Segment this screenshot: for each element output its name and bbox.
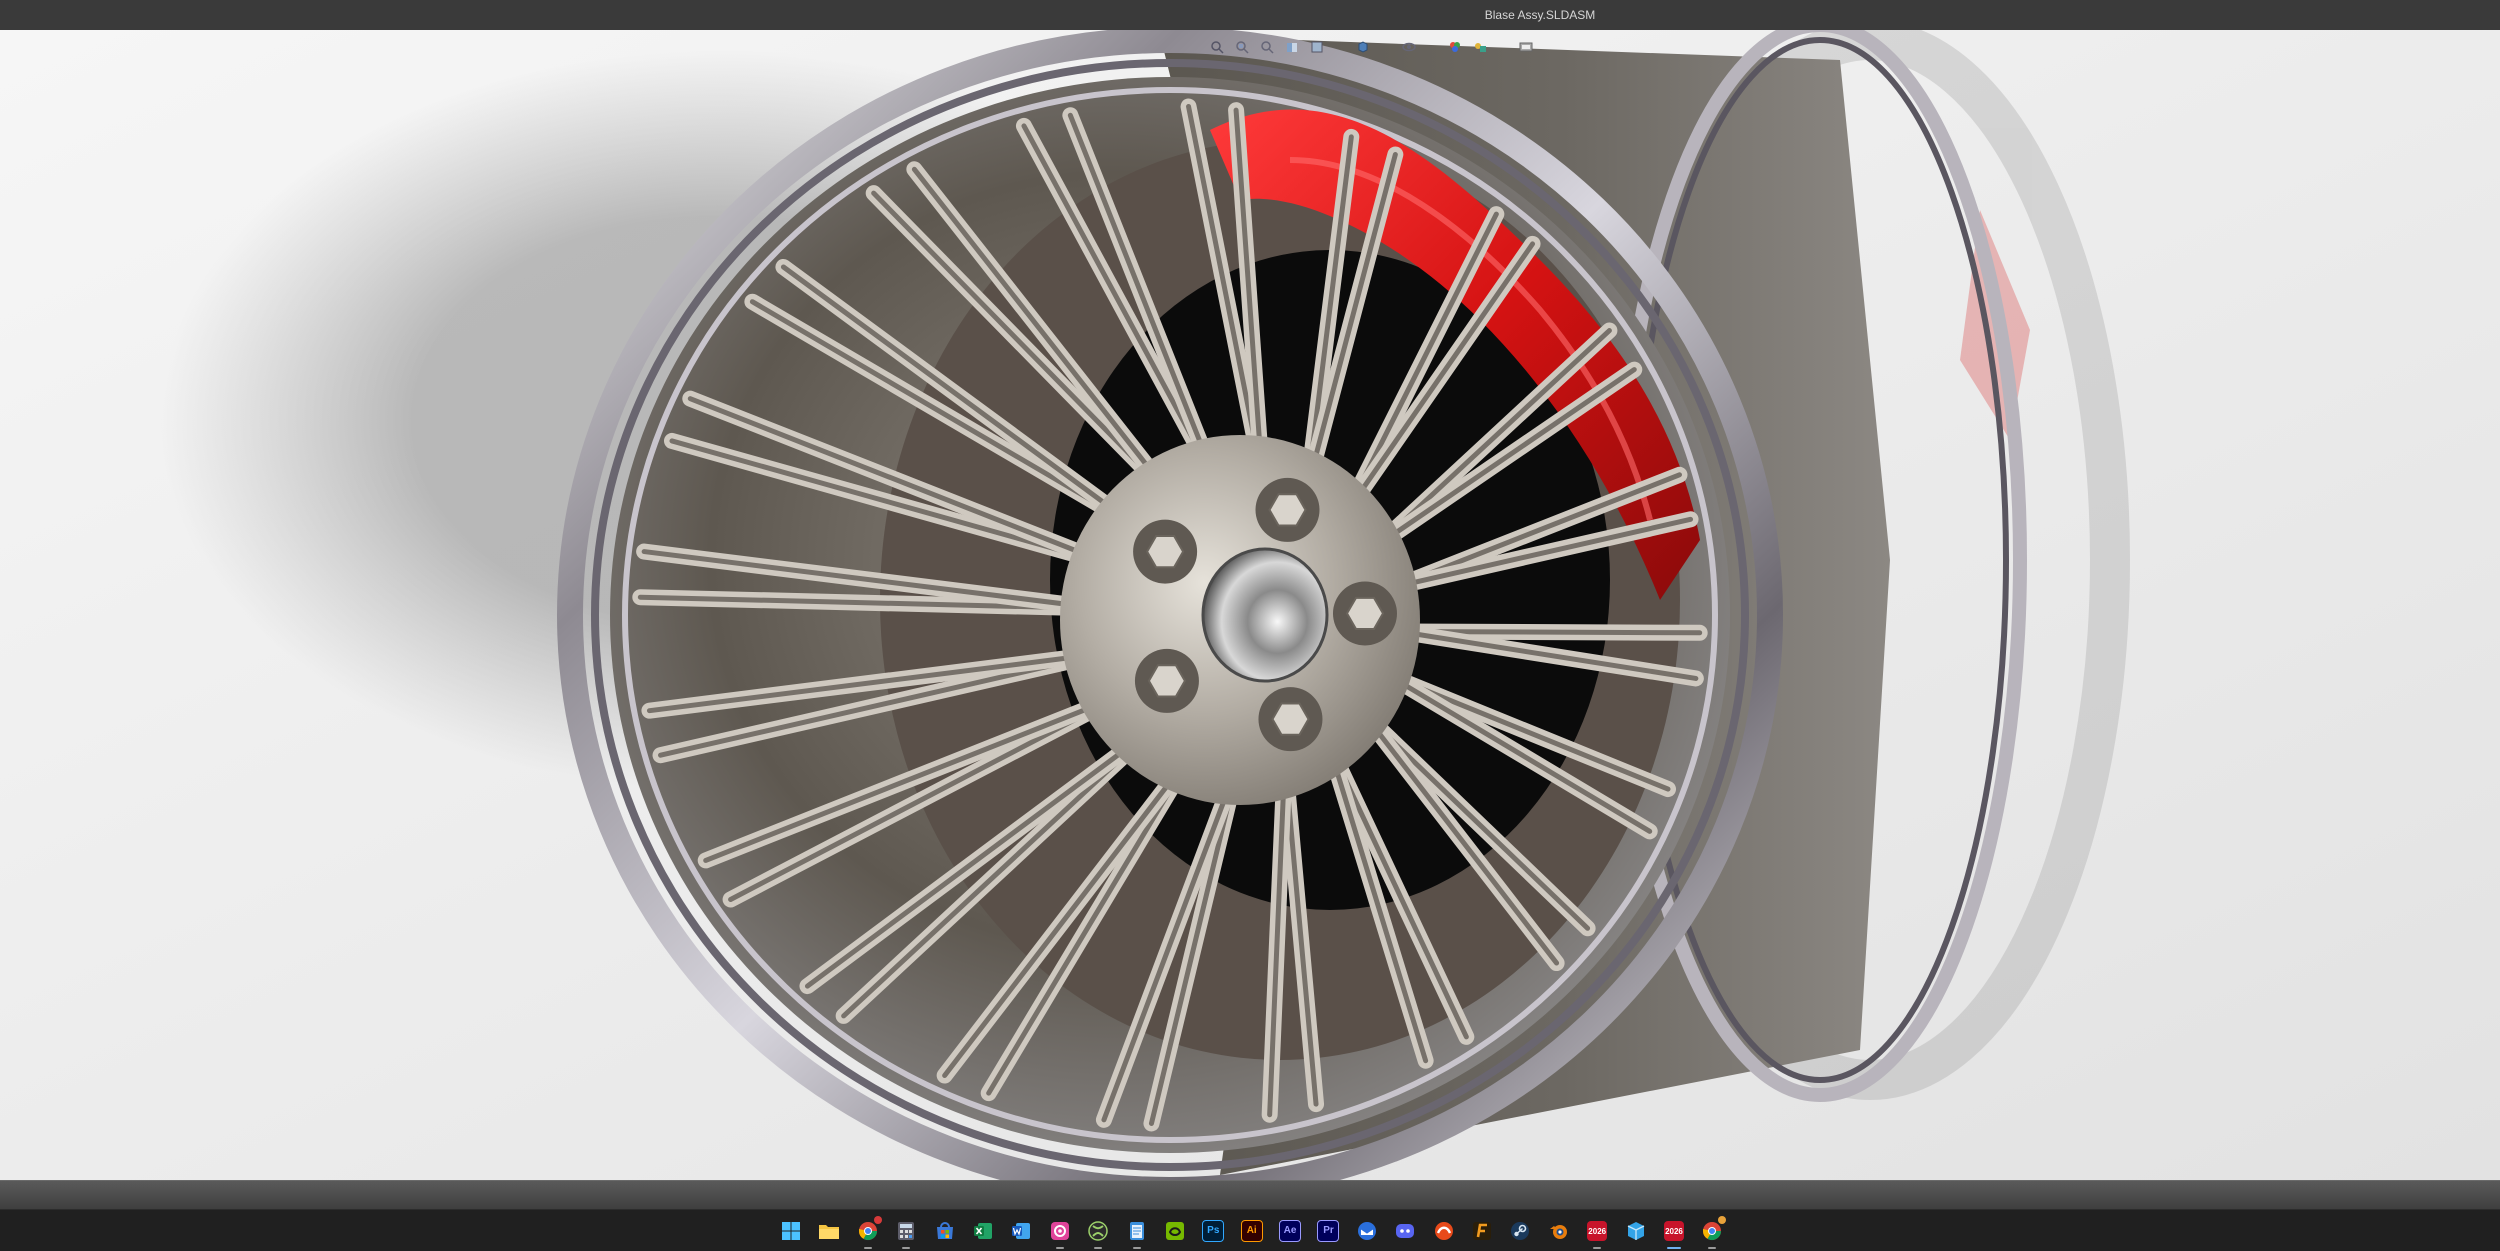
after-effects-icon[interactable]: Ae — [1275, 1216, 1305, 1246]
snipping-tool-icon[interactable] — [1045, 1216, 1075, 1249]
solidworks-version-label: 2026 — [1665, 1226, 1683, 1236]
title-bar: Blase Assy.SLDASM — [0, 0, 2500, 31]
center-cap — [1201, 547, 1329, 683]
heads-up-view-toolbar — [1208, 34, 1535, 60]
chrome-profile-icon[interactable] — [1697, 1216, 1727, 1249]
lug-nut — [1345, 596, 1385, 630]
word-icon[interactable] — [1006, 1216, 1036, 1246]
box-icon[interactable] — [1621, 1216, 1651, 1246]
windows-taskbar: Ps Ai Ae Pr 2026 2026 — [0, 1209, 2500, 1251]
thunderbird-icon[interactable] — [1352, 1216, 1382, 1246]
view-orientation-icon[interactable] — [1308, 38, 1326, 56]
solidworks-2026-active-icon[interactable]: 2026 — [1659, 1216, 1689, 1249]
microsoft-store-icon[interactable] — [930, 1216, 960, 1246]
zoom-to-area-icon[interactable] — [1233, 38, 1251, 56]
taskbar-pinned-apps: Ps Ai Ae Pr 2026 2026 — [776, 1216, 1727, 1249]
file-explorer-icon[interactable] — [814, 1216, 844, 1246]
photoshop-icon[interactable]: Ps — [1198, 1216, 1228, 1246]
window-title: Blase Assy.SLDASM — [1484, 8, 1596, 22]
previous-view-icon[interactable] — [1258, 38, 1276, 56]
nvidia-icon[interactable] — [1160, 1216, 1190, 1246]
windows-start-icon[interactable] — [776, 1216, 806, 1246]
xbox-icon[interactable] — [1083, 1216, 1113, 1249]
solidworks-version-label: 2026 — [1588, 1226, 1607, 1236]
steam-icon[interactable] — [1505, 1216, 1535, 1246]
lug-nut — [1268, 493, 1307, 527]
lug-nut — [1145, 535, 1185, 569]
blender-icon[interactable] — [1544, 1216, 1574, 1246]
fusion-icon[interactable] — [1467, 1216, 1497, 1246]
premiere-pro-icon[interactable]: Pr — [1313, 1216, 1343, 1246]
hide-show-items-icon[interactable] — [1400, 38, 1418, 56]
chrome-icon[interactable] — [853, 1216, 883, 1249]
graphics-viewport[interactable] — [0, 30, 2500, 1180]
section-view-icon[interactable] — [1283, 38, 1301, 56]
zoom-to-fit-icon[interactable] — [1208, 38, 1226, 56]
notepad-icon[interactable] — [1122, 1216, 1152, 1249]
edit-appearance-icon[interactable] — [1446, 38, 1464, 56]
excel-icon[interactable] — [968, 1216, 998, 1246]
illustrator-icon[interactable]: Ai — [1237, 1216, 1267, 1246]
status-bar — [0, 1180, 2500, 1210]
display-style-icon[interactable] — [1354, 38, 1372, 56]
lug-nut — [1147, 664, 1187, 698]
epic-games-icon[interactable] — [1429, 1216, 1459, 1246]
view-settings-icon[interactable] — [1517, 38, 1535, 56]
lug-nut — [1271, 702, 1310, 736]
apply-scene-icon[interactable] — [1471, 38, 1489, 56]
solidworks-2026-icon[interactable]: 2026 — [1582, 1216, 1612, 1249]
wheel-assembly-render[interactable] — [0, 30, 2500, 1180]
discord-icon[interactable] — [1390, 1216, 1420, 1246]
calculator-icon[interactable] — [891, 1216, 921, 1249]
